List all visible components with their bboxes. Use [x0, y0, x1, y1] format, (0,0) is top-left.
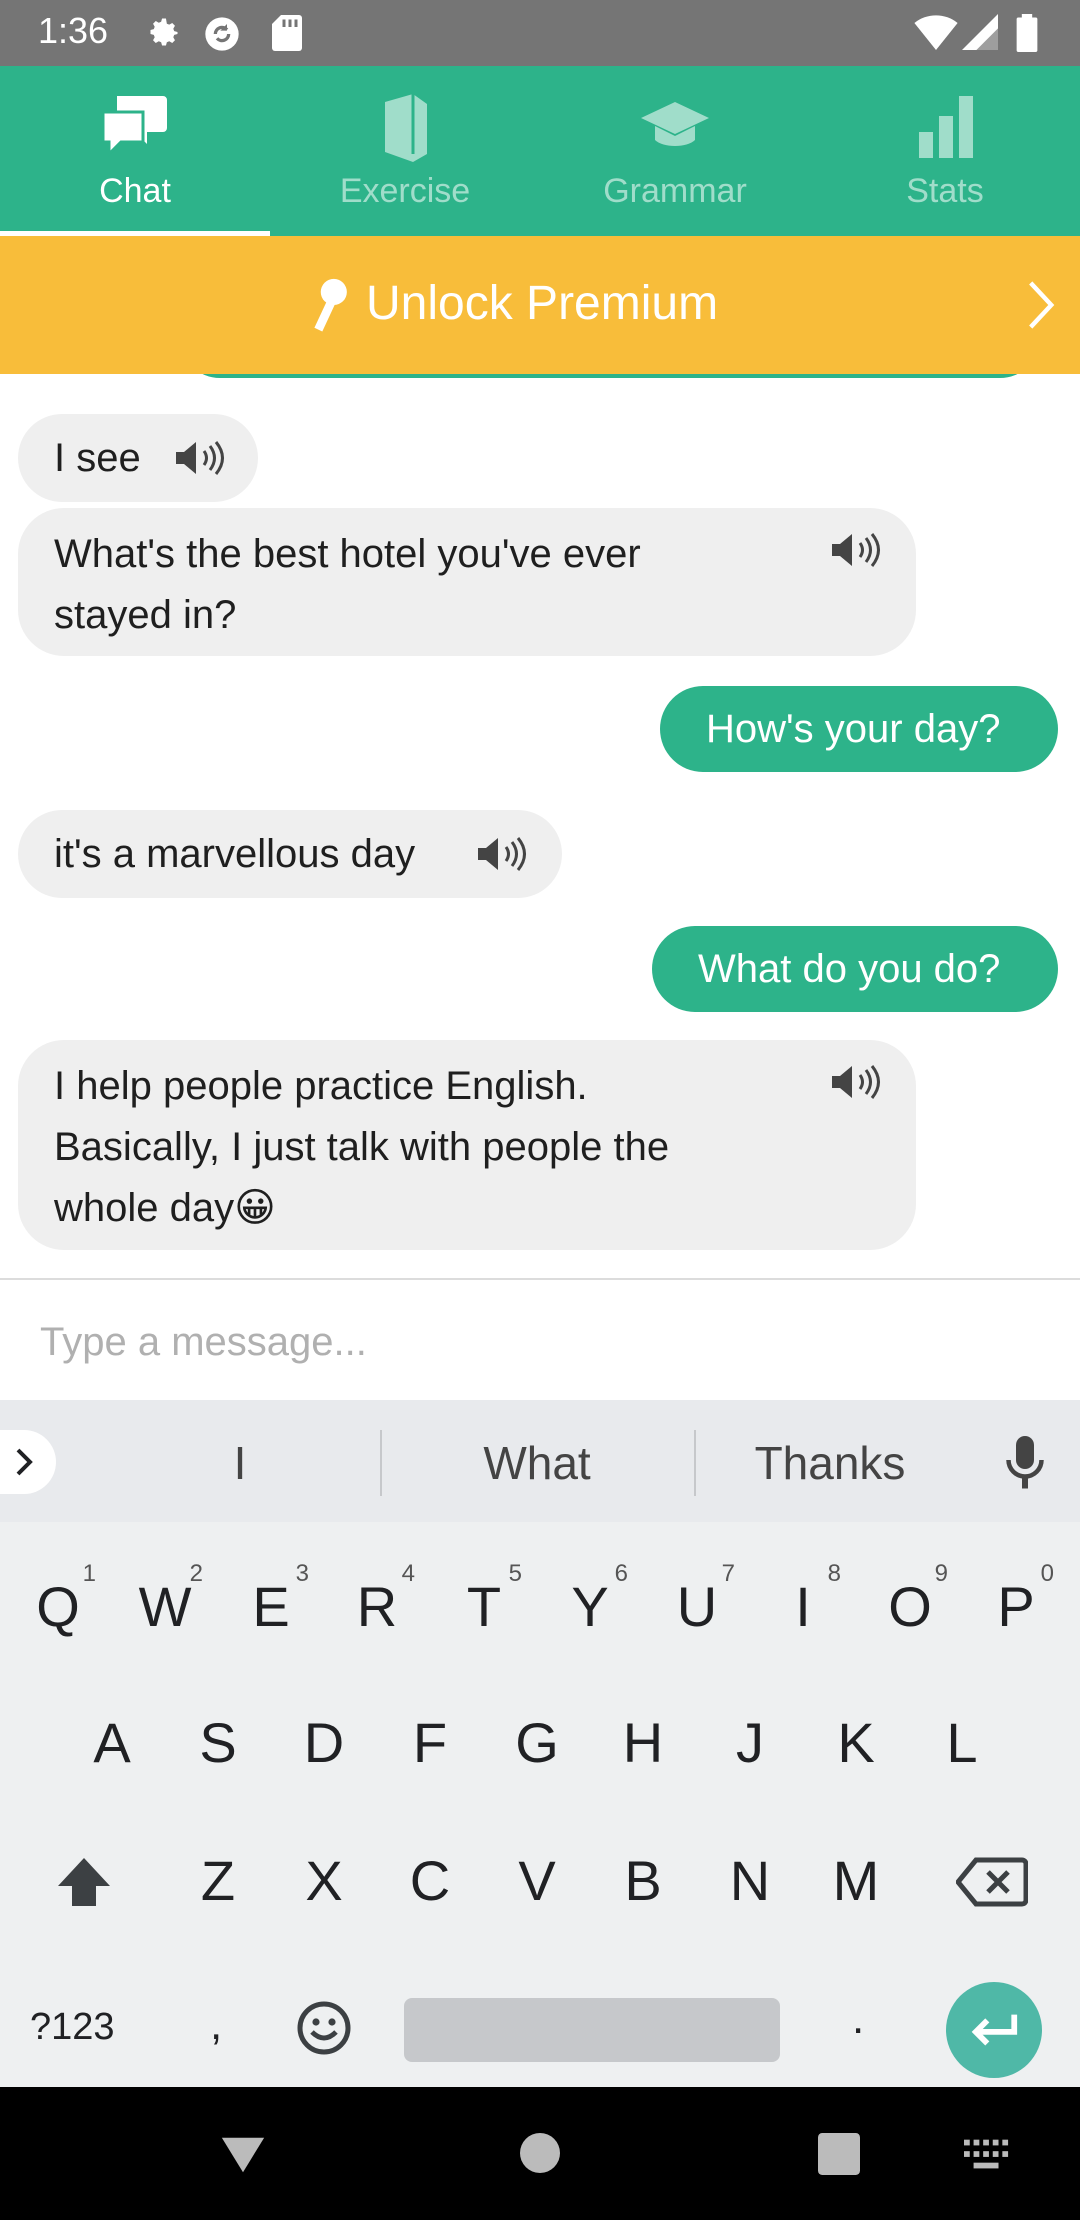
key-e[interactable]: E3 [221, 1560, 321, 1639]
space-bar[interactable] [404, 1998, 780, 2062]
tab-stats[interactable]: Stats [810, 66, 1080, 236]
tab-label: Grammar [603, 172, 747, 210]
microphone-icon[interactable] [1004, 1436, 1046, 1490]
comma-key[interactable]: , [210, 2000, 222, 2050]
key-icon [314, 278, 347, 332]
settings-icon [150, 18, 178, 46]
key-l[interactable]: L [912, 1710, 1012, 1775]
backspace-icon[interactable] [956, 1856, 1028, 1908]
key-t[interactable]: T5 [434, 1560, 534, 1639]
enter-key[interactable] [946, 1982, 1042, 2078]
key-q[interactable]: Q1 [8, 1560, 108, 1639]
bot-message: What's the best hotel you've ever stayed… [18, 508, 916, 656]
divider [380, 1430, 382, 1496]
status-time: 1:36 [38, 10, 109, 51]
message-input-bar [0, 1278, 1080, 1402]
grinning-emoji: 😀 [234, 1186, 276, 1230]
key-s[interactable]: S [168, 1710, 268, 1775]
speaker-icon[interactable] [476, 834, 528, 874]
key-j[interactable]: J [700, 1710, 800, 1775]
user-message: How's your day? [660, 686, 1058, 772]
unlock-premium-label: Unlock Premium [366, 277, 719, 330]
key-area: Q1 W2 E3 R4 T5 Y6 U7 I8 O9 P0 A S D F G … [0, 1522, 1080, 2087]
wifi-icon [914, 15, 958, 50]
divider [694, 1430, 696, 1496]
bot-message: I see [18, 414, 258, 502]
tab-label: Exercise [339, 172, 471, 210]
key-k[interactable]: K [806, 1710, 906, 1775]
on-screen-keyboard: I What Thanks Q1 W2 E3 R4 T5 Y6 U7 I8 O9… [0, 1400, 1080, 2087]
system-nav-bar [0, 2087, 1080, 2220]
cellular-icon [962, 14, 998, 50]
key-a[interactable]: A [62, 1710, 162, 1775]
book-icon [385, 94, 427, 162]
key-v[interactable]: V [487, 1848, 587, 1913]
key-o[interactable]: O9 [860, 1560, 960, 1639]
chevron-right-icon [16, 1448, 33, 1476]
speaker-icon[interactable] [830, 1062, 882, 1102]
scrolled-message-edge [180, 374, 1040, 378]
tab-label: Chat [99, 172, 171, 210]
emoji-icon[interactable] [296, 2000, 352, 2056]
key-u[interactable]: U7 [647, 1560, 747, 1639]
tab-exercise[interactable]: Exercise [270, 66, 540, 236]
key-b[interactable]: B [593, 1848, 693, 1913]
key-d[interactable]: D [274, 1710, 374, 1775]
key-n[interactable]: N [700, 1848, 800, 1913]
suggestion-strip: I What Thanks [0, 1400, 1080, 1522]
recents-icon[interactable] [818, 2133, 860, 2175]
key-r[interactable]: R4 [327, 1560, 427, 1639]
key-p[interactable]: P0 [966, 1560, 1066, 1639]
tab-bar: Chat Exercise Grammar Stats [0, 66, 1080, 236]
tab-grammar[interactable]: Grammar [540, 66, 810, 236]
unlock-premium-banner[interactable]: Unlock Premium [0, 236, 1080, 374]
key-h[interactable]: H [593, 1710, 693, 1775]
suggestion-item[interactable]: Thanks [700, 1436, 960, 1490]
speaker-icon[interactable] [830, 530, 882, 570]
home-icon[interactable] [518, 2131, 562, 2175]
suggestion-item[interactable]: What [392, 1436, 682, 1490]
sync-icon [205, 17, 239, 51]
bot-message: it's a marvellous day [18, 810, 562, 898]
user-message: What do you do? [652, 926, 1058, 1012]
key-g[interactable]: G [487, 1710, 587, 1775]
graduation-cap-icon [641, 102, 709, 146]
period-key[interactable]: . [852, 1994, 864, 2044]
chevron-right-icon [1029, 281, 1055, 329]
bar-chart-icon [919, 96, 973, 158]
shift-icon[interactable] [54, 1854, 114, 1910]
key-x[interactable]: X [274, 1848, 374, 1913]
tab-label: Stats [906, 172, 984, 210]
chat-icon [101, 96, 167, 158]
sd-card-icon [272, 15, 302, 51]
key-m[interactable]: M [806, 1848, 906, 1913]
key-c[interactable]: C [380, 1848, 480, 1913]
symbols-key[interactable]: ?123 [30, 2006, 115, 2049]
key-w[interactable]: W2 [115, 1560, 215, 1639]
key-f[interactable]: F [380, 1710, 480, 1775]
suggestion-item[interactable]: I [90, 1436, 390, 1490]
bot-message: I help people practice English. Basicall… [18, 1040, 916, 1250]
back-icon[interactable] [218, 2133, 268, 2177]
tab-chat[interactable]: Chat [0, 66, 270, 236]
keyboard-switch-icon[interactable] [964, 2139, 1010, 2171]
status-bar: 1:36 [0, 0, 1080, 66]
battery-icon [1016, 14, 1038, 52]
enter-icon [971, 2014, 1018, 2046]
key-i[interactable]: I8 [753, 1560, 853, 1639]
key-z[interactable]: Z [168, 1848, 268, 1913]
message-input[interactable] [38, 1306, 1042, 1378]
expand-toolbar-button[interactable] [0, 1430, 56, 1494]
key-y[interactable]: Y6 [540, 1560, 640, 1639]
speaker-icon[interactable] [174, 438, 226, 478]
chat-message-list[interactable]: I see What's the best hotel you've ever … [0, 374, 1080, 1278]
